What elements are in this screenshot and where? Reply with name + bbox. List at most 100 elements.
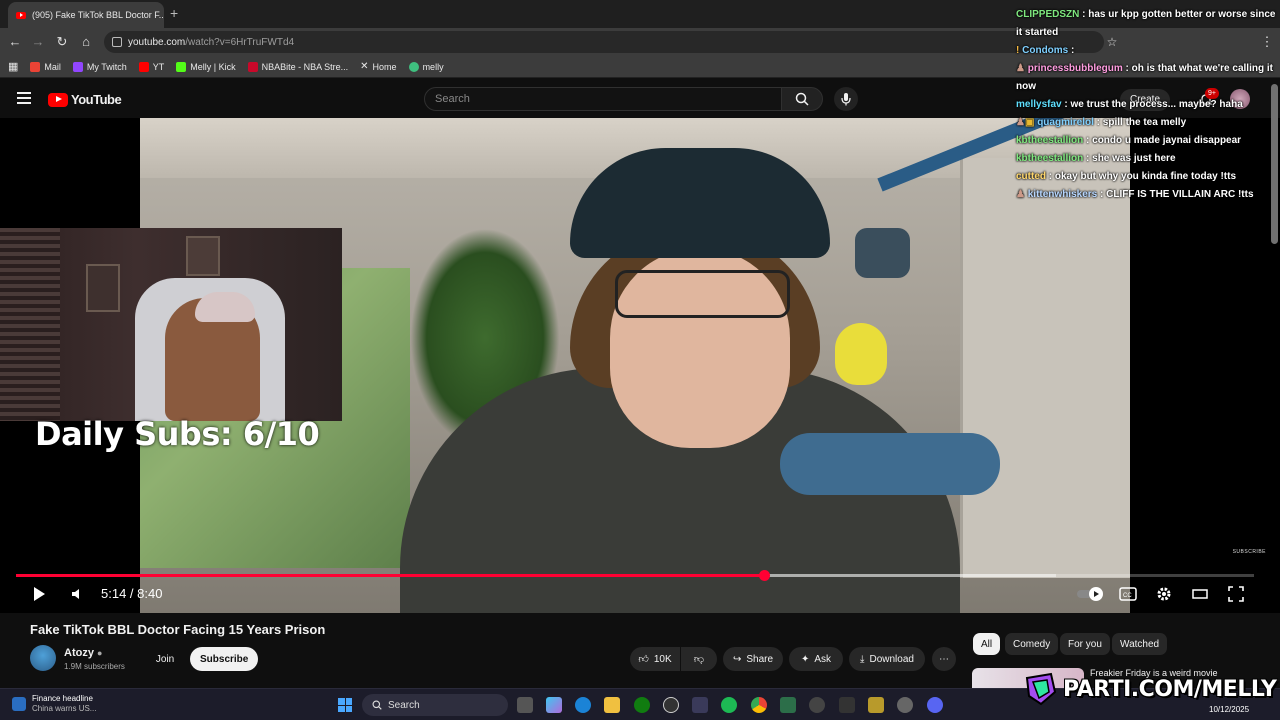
captions-button[interactable]: CC	[1118, 585, 1138, 603]
chat-message: ♟▣ quagmirelol : spill the tea melly	[1016, 117, 1187, 128]
youtube-icon	[138, 61, 149, 72]
home-icon[interactable]: ⌂	[77, 33, 95, 51]
chip-all[interactable]: All	[973, 633, 1001, 655]
daily-subs-overlay: Daily Subs: 6/10	[35, 415, 320, 453]
app-icon[interactable]	[868, 697, 884, 713]
more-icon: ⋯	[939, 653, 949, 665]
volume-icon	[72, 589, 79, 599]
settings-icon[interactable]	[897, 697, 913, 713]
search-button[interactable]	[781, 87, 823, 111]
more-actions-button[interactable]: ⋯	[932, 647, 956, 671]
theater-mode-button[interactable]	[1191, 585, 1209, 603]
bookmark-mail[interactable]: Mail	[30, 61, 61, 72]
chip-comedy[interactable]: Comedy	[1005, 633, 1059, 655]
bookmark-melly-kick[interactable]: Melly | Kick	[176, 61, 236, 72]
volume-button[interactable]	[69, 585, 87, 603]
copilot-icon[interactable]	[546, 697, 562, 713]
youtube-logo-icon	[48, 92, 68, 107]
video-title: Fake TikTok BBL Doctor Facing 15 Years P…	[30, 622, 326, 637]
ask-button[interactable]: ✦ Ask	[789, 647, 843, 671]
svg-text:CC: CC	[1123, 593, 1132, 599]
forward-icon[interactable]: →	[29, 33, 47, 51]
channel-name[interactable]: Atozy ●	[64, 647, 102, 659]
chat-username: cutted	[1016, 171, 1046, 182]
share-icon: ↪	[732, 653, 742, 665]
chat-username: kittenwhiskers	[1027, 189, 1098, 200]
reload-icon[interactable]: ↻	[53, 33, 71, 51]
obs-icon[interactable]	[663, 697, 679, 713]
chip-watched[interactable]: Watched	[1112, 633, 1168, 655]
bookmark-melly[interactable]: melly	[408, 61, 444, 72]
autoplay-toggle[interactable]	[1076, 585, 1106, 603]
subscribe-button[interactable]: Subscribe	[190, 647, 259, 671]
chat-badge-icon: ▣	[1024, 117, 1035, 128]
spotify-icon[interactable]	[721, 697, 737, 713]
bookmark-nbabite[interactable]: NBABite - NBA Stre...	[247, 61, 348, 72]
x-icon: ✕	[360, 61, 369, 72]
progress-bar[interactable]	[16, 570, 1254, 581]
time-display: 5:14 / 8:40	[101, 586, 163, 601]
scrubber-handle[interactable]	[758, 570, 770, 581]
play-icon	[34, 587, 45, 601]
streamer-webcam	[0, 228, 342, 421]
back-icon[interactable]: ←	[6, 33, 24, 51]
task-view-icon[interactable]	[517, 697, 533, 713]
chat-username: princessbubblegum	[1027, 63, 1123, 74]
xbox-icon[interactable]	[634, 697, 650, 713]
theater-icon	[1192, 589, 1208, 599]
new-tab-icon[interactable]: +	[170, 5, 178, 21]
start-button[interactable]	[338, 698, 352, 712]
play-button[interactable]	[30, 585, 48, 603]
bookmark-home[interactable]: ✕ Home	[360, 61, 396, 72]
taskbar-search[interactable]: Search	[362, 694, 508, 716]
like-button[interactable]: 👍︎ 10K	[630, 647, 680, 671]
channel-avatar[interactable]	[30, 645, 56, 671]
menu-icon[interactable]	[17, 92, 31, 104]
chat-badge-icon: ♟	[1016, 189, 1025, 200]
site-info-icon[interactable]	[112, 37, 122, 47]
parti-watermark: PARTI.COM/MELLY	[1023, 669, 1277, 709]
browser-tab[interactable]: (905) Fake TikTok BBL Doctor F... ×	[8, 2, 164, 28]
chat-username: mellysfav	[1016, 99, 1062, 110]
apps-grid-icon[interactable]: ▦	[8, 60, 18, 73]
news-subtitle: China warns US...	[32, 704, 97, 713]
chat-badge-icon: ♟	[1016, 117, 1025, 128]
youtube-logo[interactable]: YouTube	[48, 92, 122, 107]
twitch-icon	[72, 61, 83, 72]
chat-text: CLIFF IS THE VILLAIN ARC !tts	[1106, 189, 1254, 200]
parti-url: PARTI.COM/MELLY	[1063, 676, 1277, 702]
news-icon	[12, 697, 26, 711]
join-button[interactable]: Join	[146, 647, 184, 671]
download-icon: ⤓	[860, 653, 865, 665]
address-bar[interactable]: youtube.com/watch?v=6HrTruFWTd4	[104, 31, 1104, 53]
dislike-button[interactable]: 👎︎	[681, 647, 717, 671]
terminal-icon[interactable]	[839, 697, 855, 713]
chrome-icon[interactable]	[751, 697, 767, 713]
share-button[interactable]: ↪ Share	[723, 647, 783, 671]
bookmark-my-twitch[interactable]: My Twitch	[72, 61, 127, 72]
news-widget[interactable]: Finance headline China warns US...	[12, 694, 96, 714]
tab-title: (905) Fake TikTok BBL Doctor F...	[32, 10, 164, 20]
search-input[interactable]: Search	[424, 87, 782, 111]
captions-icon: CC	[1119, 587, 1137, 601]
edge-icon[interactable]	[575, 697, 591, 713]
voice-search-button[interactable]	[834, 87, 858, 111]
bookmark-yt[interactable]: YT	[138, 61, 164, 72]
media-player-icon[interactable]	[809, 697, 825, 713]
file-explorer-icon[interactable]	[604, 697, 620, 713]
settings-button[interactable]	[1155, 585, 1173, 603]
download-button[interactable]: ⤓ Download	[849, 647, 925, 671]
chat-message: CLIPPEDSZN : has ur kpp gotten better or…	[1016, 9, 1276, 38]
sparkle-icon: ✦	[800, 653, 810, 665]
chat-username: kbtheestallion	[1016, 135, 1084, 146]
chip-for-you[interactable]: For you	[1060, 633, 1110, 655]
thumbs-up-icon: 👍︎	[638, 654, 649, 665]
chat-message: kbtheestallion : she was just here	[1016, 153, 1176, 164]
stream-chat-overlay: CLIPPEDSZN : has ur kpp gotten better or…	[1016, 6, 1278, 204]
fullscreen-button[interactable]	[1227, 585, 1245, 603]
search-icon	[795, 92, 809, 106]
subscriber-count: 1.9M subscribers	[64, 662, 125, 671]
app-icon[interactable]	[780, 697, 796, 713]
store-icon[interactable]	[692, 697, 708, 713]
discord-icon[interactable]	[927, 697, 943, 713]
